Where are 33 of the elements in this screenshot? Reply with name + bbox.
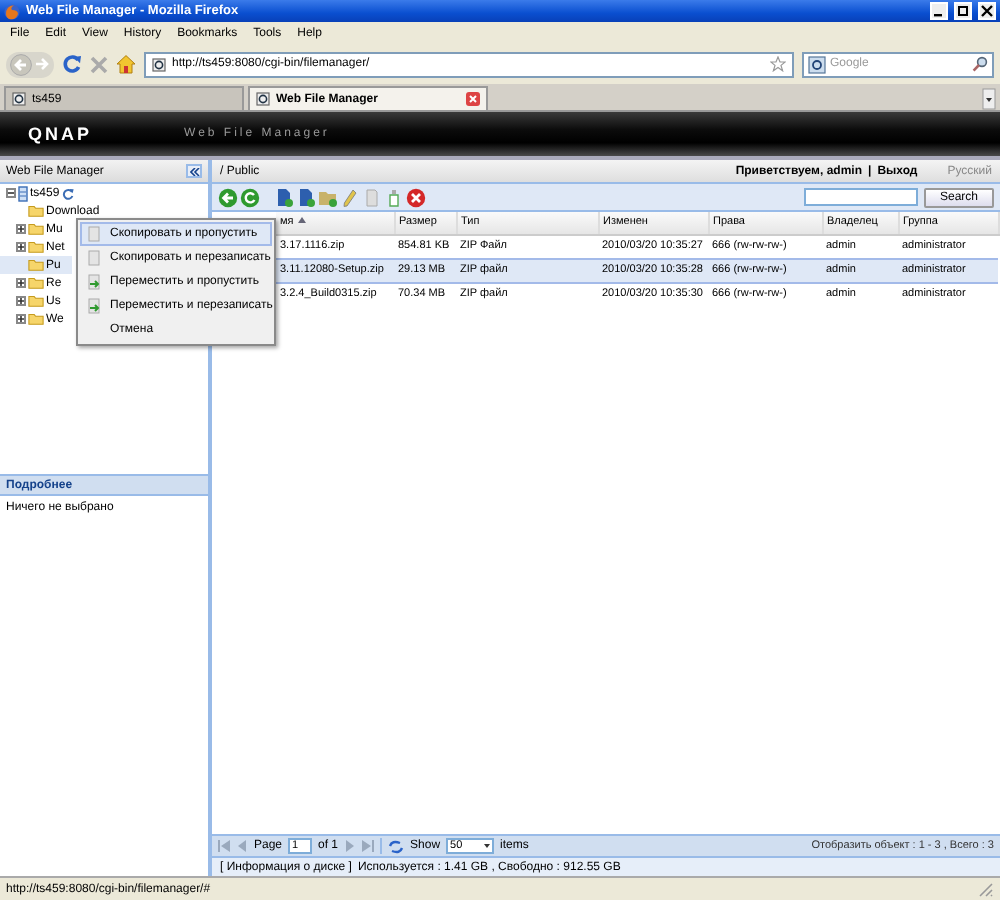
refresh-icon[interactable] bbox=[61, 187, 74, 199]
search-field[interactable] bbox=[803, 188, 918, 206]
refresh-icon[interactable] bbox=[240, 187, 260, 207]
document-plus-icon[interactable] bbox=[274, 187, 294, 207]
star-icon[interactable] bbox=[770, 56, 786, 72]
page-arrow-icon bbox=[86, 274, 102, 290]
site-icon bbox=[12, 92, 26, 106]
delete-icon[interactable] bbox=[406, 187, 426, 207]
back-button[interactable] bbox=[10, 53, 32, 75]
browser-icon bbox=[4, 3, 20, 19]
refresh-icon[interactable] bbox=[388, 839, 405, 853]
tab-close-button[interactable] bbox=[466, 92, 480, 106]
folder-plus-icon[interactable] bbox=[318, 187, 338, 207]
back-icon[interactable] bbox=[218, 187, 238, 207]
minimize-button[interactable] bbox=[930, 2, 948, 20]
site-icon bbox=[152, 57, 166, 71]
server-icon bbox=[18, 185, 28, 201]
search-engine-icon[interactable] bbox=[808, 55, 826, 73]
maximize-button[interactable] bbox=[954, 2, 972, 20]
close-button[interactable] bbox=[978, 2, 996, 20]
bottle-icon[interactable] bbox=[384, 187, 404, 207]
tab-list-button[interactable] bbox=[982, 88, 996, 110]
logo: QNAP bbox=[28, 124, 93, 144]
search-icon[interactable] bbox=[972, 56, 988, 72]
collapse-button[interactable] bbox=[186, 164, 202, 178]
document-plus-icon[interactable] bbox=[296, 187, 316, 207]
page-arrow-icon bbox=[86, 298, 102, 314]
site-icon bbox=[256, 92, 270, 106]
reload-button[interactable] bbox=[62, 54, 82, 74]
caret-icon bbox=[484, 844, 491, 848]
resize-grip-icon[interactable] bbox=[978, 881, 994, 897]
home-button[interactable] bbox=[116, 54, 136, 74]
collapse-toggle[interactable] bbox=[6, 188, 16, 198]
